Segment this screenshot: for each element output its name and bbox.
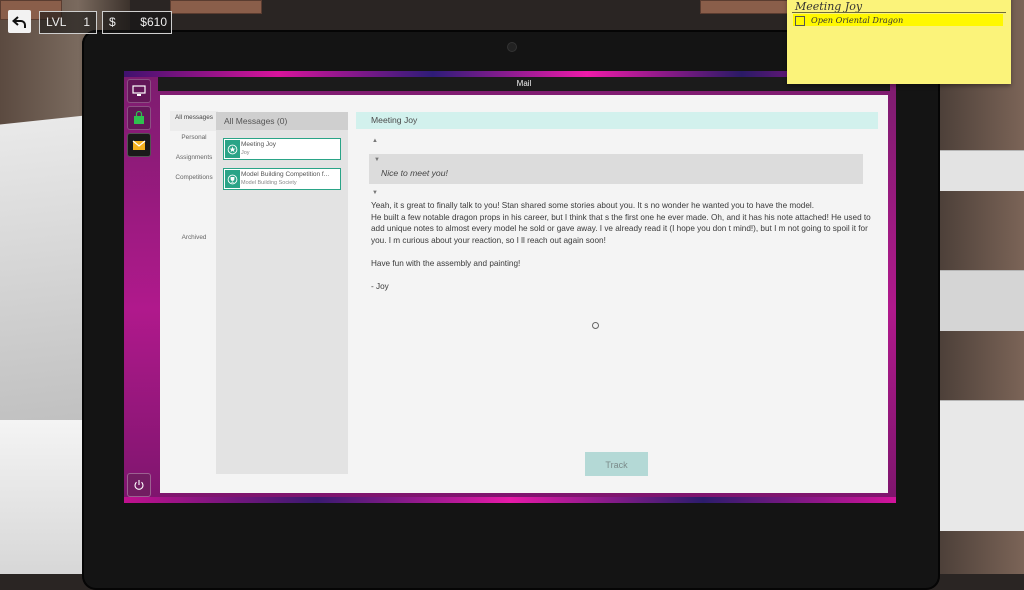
folder-list: All messages Personal Assignments Compet… bbox=[170, 111, 218, 251]
folder-assignments[interactable]: Assignments bbox=[170, 151, 218, 171]
message-sender: Model Building Society bbox=[241, 180, 297, 186]
paper-stack-right bbox=[935, 270, 1024, 331]
folder-competitions[interactable]: Competitions bbox=[170, 171, 218, 191]
message-subject: Model Building Competition f... bbox=[241, 171, 330, 178]
quoted-message: ▼ Nice to meet you! bbox=[369, 154, 863, 184]
app-dock bbox=[127, 79, 152, 160]
webcam bbox=[507, 42, 517, 52]
message-body: Yeah, it s great to finally talk to you!… bbox=[371, 200, 871, 304]
folder-personal[interactable]: Personal bbox=[170, 131, 218, 151]
sticky-note-divider bbox=[792, 12, 1006, 13]
folder-archived[interactable]: Archived bbox=[170, 231, 218, 251]
reading-pane: Meeting Joy ▲ ▼ Nice to meet you! ▼ Yeah… bbox=[356, 112, 878, 482]
message-title-bar: Meeting Joy bbox=[356, 112, 878, 129]
level-display: LVL 1 bbox=[39, 11, 97, 34]
expand-arrow-icon[interactable]: ▼ bbox=[374, 157, 380, 163]
window-title-bar: Mail bbox=[158, 77, 890, 91]
monitor-icon bbox=[132, 85, 146, 96]
star-badge-icon bbox=[225, 140, 240, 158]
message-subject: Meeting Joy bbox=[241, 141, 277, 148]
message-item-competition[interactable]: Model Building Competition f... Model Bu… bbox=[223, 168, 341, 190]
back-arrow-icon bbox=[12, 15, 26, 28]
message-paragraph: Yeah, it s great to finally talk to you!… bbox=[371, 201, 814, 210]
money-display: $ $610 bbox=[102, 11, 172, 34]
message-item-meeting-joy[interactable]: Meeting Joy Joy bbox=[223, 138, 341, 160]
sticky-note-task: Open Oriental Dragon bbox=[793, 14, 1003, 26]
track-button[interactable]: Track bbox=[585, 452, 648, 476]
blueprint-paper bbox=[0, 420, 90, 574]
collapse-arrow-icon[interactable]: ▲ bbox=[372, 138, 378, 144]
quoted-message-text: Nice to meet you! bbox=[381, 168, 448, 178]
brick bbox=[700, 0, 792, 14]
message-sender: Joy bbox=[241, 150, 250, 156]
window-title: Mail bbox=[516, 79, 532, 88]
paper-stack-right bbox=[935, 400, 1024, 531]
trophy-badge-icon bbox=[225, 170, 240, 188]
message-title: Meeting Joy bbox=[371, 115, 418, 125]
shopping-bag-icon bbox=[134, 111, 144, 124]
level-label: LVL bbox=[46, 15, 67, 29]
task-label: Open Oriental Dragon bbox=[811, 15, 904, 25]
message-list-panel: All Messages (0) Meeting Joy Joy Model B… bbox=[216, 112, 348, 474]
dollar-icon: $ bbox=[109, 15, 116, 29]
power-icon bbox=[134, 480, 144, 490]
message-paragraph: He built a few notable dragon props in h… bbox=[371, 212, 871, 245]
message-signature: - Joy bbox=[371, 282, 389, 292]
app-shop-button[interactable] bbox=[127, 106, 151, 130]
paper-stack-left bbox=[0, 115, 85, 455]
power-button[interactable] bbox=[127, 473, 151, 497]
message-list-header: All Messages (0) bbox=[216, 112, 348, 130]
back-button[interactable] bbox=[8, 10, 31, 33]
expand-arrow-icon[interactable]: ▼ bbox=[372, 190, 378, 196]
app-mail-button[interactable] bbox=[127, 133, 151, 157]
screen-decoration bbox=[124, 497, 896, 503]
brick bbox=[170, 0, 262, 14]
level-value: 1 bbox=[83, 15, 90, 29]
folder-all-messages[interactable]: All messages bbox=[170, 111, 218, 131]
app-desktop-button[interactable] bbox=[127, 79, 151, 103]
message-paragraph: Have fun with the assembly and painting! bbox=[371, 258, 521, 268]
cursor-circle-icon bbox=[592, 322, 599, 329]
money-value: $610 bbox=[140, 15, 167, 29]
task-checkbox[interactable] bbox=[795, 16, 805, 26]
mail-envelope-icon bbox=[132, 140, 146, 150]
laptop-screen: Mail All messages Personal Assignments C… bbox=[124, 71, 896, 503]
mail-window: All messages Personal Assignments Compet… bbox=[160, 95, 888, 493]
paper-stack-right bbox=[935, 150, 1024, 191]
sticky-note: Meeting Joy Open Oriental Dragon bbox=[787, 0, 1011, 84]
